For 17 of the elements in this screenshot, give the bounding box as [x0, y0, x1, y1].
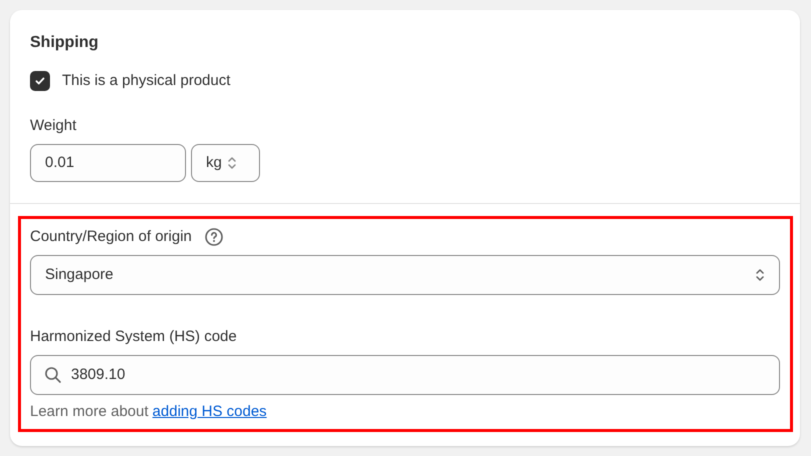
- card-title: Shipping: [30, 33, 100, 53]
- help-icon[interactable]: [204, 227, 224, 247]
- field-label: Weight: [30, 116, 78, 136]
- hs-code-input[interactable]: 3809.10: [30, 355, 780, 395]
- checkbox[interactable]: [30, 71, 50, 91]
- chevron-updown-icon: [755, 267, 765, 283]
- help-link[interactable]: adding HS codes: [152, 402, 267, 422]
- checkbox-label: This is a physical product: [62, 71, 230, 91]
- check-icon: [34, 75, 46, 87]
- chevron-updown-icon: [226, 155, 237, 171]
- unit-select[interactable]: kg: [191, 144, 260, 182]
- country-select[interactable]: Singapore: [30, 255, 780, 295]
- field-label: Harmonized System (HS) code: [30, 327, 238, 347]
- help-text: Learn more about: [30, 402, 148, 422]
- field-label: Country/Region of origin: [30, 227, 192, 247]
- weight-input[interactable]: 0.01: [30, 144, 186, 182]
- search-icon: [44, 366, 62, 384]
